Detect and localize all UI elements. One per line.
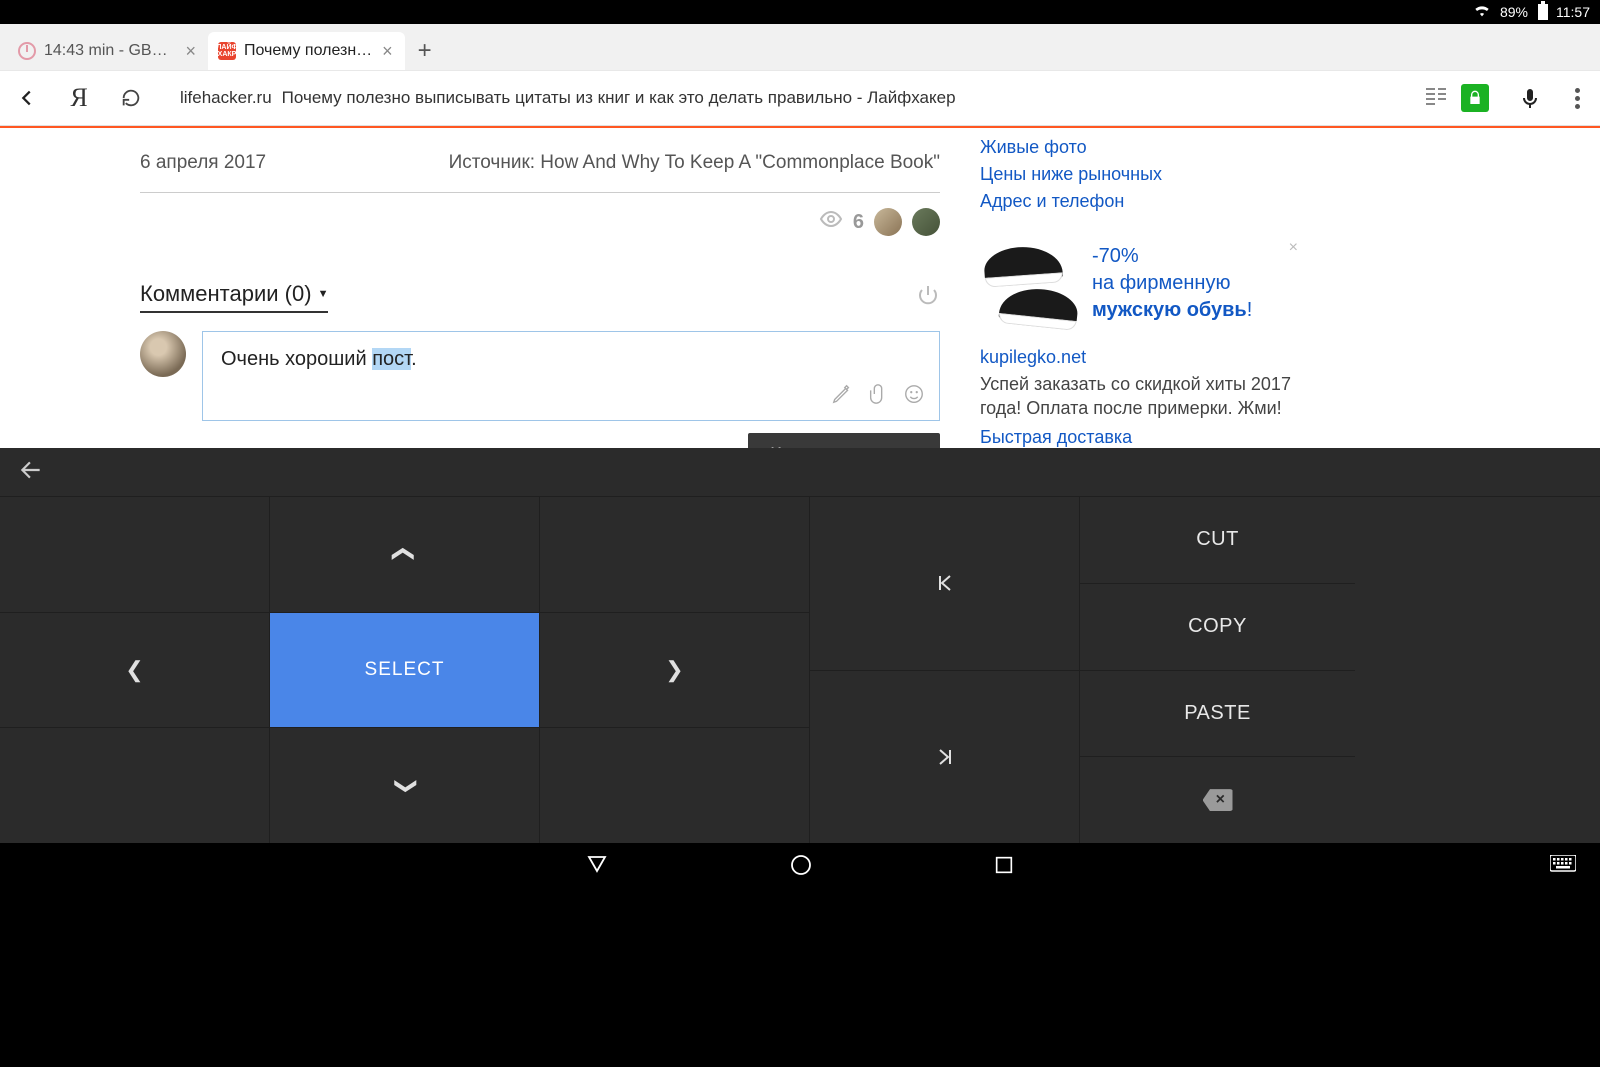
jump-end-key[interactable] <box>810 671 1079 844</box>
comments-header: Комментарии (0) ▼ <box>140 251 940 313</box>
omnibox-title: Почему полезно выписывать цитаты из книг… <box>282 88 956 108</box>
comment-compose-row: Очень хороший пост. <box>140 331 940 421</box>
page-content[interactable]: 6 апреля 2017 Источник: How And Why To K… <box>0 128 1600 448</box>
views-row: 6 <box>140 193 940 251</box>
ad-close-icon[interactable]: × <box>1289 239 1298 257</box>
kb-col-jump <box>810 497 1080 843</box>
article-column: 6 апреля 2017 Источник: How And Why To K… <box>20 128 980 448</box>
kb-col-right-arrow: ❯ <box>540 497 810 843</box>
lock-icon[interactable] <box>1461 84 1489 112</box>
keyboard-edit-panel: ❮ ❮ SELECT ❮ ❯ CUT COPY PASTE <box>0 448 1600 843</box>
new-tab-button[interactable]: + <box>405 32 445 70</box>
tab-2-active[interactable]: ЛАЙФХАКР Почему полезн… × <box>208 32 405 70</box>
close-icon[interactable]: × <box>183 41 198 62</box>
comment-tools <box>831 383 925 410</box>
article-source: Источник: How And Why To Keep A "Commonp… <box>449 152 940 174</box>
attachment-icon[interactable] <box>867 383 889 410</box>
yandex-logo[interactable]: Я <box>62 81 96 115</box>
cut-key[interactable]: CUT <box>1080 497 1355 584</box>
ad-domain[interactable]: kupilegko.net <box>980 347 1300 368</box>
back-button[interactable] <box>10 81 44 115</box>
nav-back-button[interactable] <box>585 853 609 882</box>
ad-headline: -70% на фирменную мужскую обувь! <box>1092 243 1252 343</box>
eye-icon <box>819 207 843 237</box>
arrow-right-key[interactable]: ❯ <box>540 613 809 729</box>
arrow-left-key[interactable]: ❮ <box>0 613 269 729</box>
ad-description: Успей заказать со скидкой хиты 2017 года… <box>980 372 1300 421</box>
ad-image <box>980 243 1080 343</box>
select-key-wrap: SELECT <box>270 613 539 729</box>
reload-button[interactable] <box>114 81 148 115</box>
timer-icon <box>18 42 36 60</box>
paste-key[interactable]: PASTE <box>1080 671 1355 758</box>
wifi-icon <box>1472 1 1492 24</box>
kb-empty <box>0 497 269 613</box>
article-meta: 6 апреля 2017 Источник: How And Why To K… <box>140 136 940 192</box>
tab-strip: 14:43 min - GBo… × ЛАЙФХАКР Почему полез… <box>0 24 1600 70</box>
caret-down-icon: ▼ <box>318 288 329 300</box>
keyboard-grid: ❮ ❮ SELECT ❮ ❯ CUT COPY PASTE <box>0 496 1600 843</box>
arrow-up-key[interactable]: ❮ <box>270 497 539 613</box>
kb-empty <box>540 728 809 843</box>
kb-col-actions: CUT COPY PASTE <box>1080 497 1355 843</box>
nav-keyboard-button[interactable] <box>1550 855 1576 880</box>
battery-percent: 89% <box>1500 4 1528 20</box>
lifehacker-favicon: ЛАЙФХАКР <box>218 42 236 60</box>
tab-label: 14:43 min - GBo… <box>44 42 175 60</box>
kb-col-left: ❮ <box>0 497 270 843</box>
comment-input[interactable]: Очень хороший пост. <box>202 331 940 421</box>
sidebar-link-2[interactable]: Цены ниже рыночных <box>980 161 1300 188</box>
user-avatar[interactable] <box>140 331 186 377</box>
kb-col-center: ❮ SELECT ❮ <box>270 497 540 843</box>
battery-icon <box>1538 4 1548 20</box>
voice-search-button[interactable] <box>1513 81 1547 115</box>
submit-row: Комментировать <box>140 433 940 448</box>
android-status-bar: 89% 11:57 <box>0 0 1600 24</box>
ad-block[interactable]: × -70% на фирменную мужскую обувь! kupil… <box>980 243 1300 448</box>
reader-mode-icon[interactable] <box>1421 87 1451 110</box>
selected-text: пост <box>372 348 411 370</box>
backspace-icon <box>1203 789 1233 811</box>
pencil-icon[interactable] <box>831 383 853 410</box>
select-key[interactable]: SELECT <box>270 613 539 728</box>
jump-start-key[interactable] <box>810 497 1079 671</box>
views-count: 6 <box>853 211 864 234</box>
power-icon[interactable] <box>916 283 940 312</box>
keyboard-toolbar <box>0 448 1600 496</box>
omnibox[interactable]: lifehacker.ru Почему полезно выписывать … <box>166 78 1495 118</box>
sidebar-link-3[interactable]: Адрес и телефон <box>980 188 1300 215</box>
nav-recent-button[interactable] <box>993 854 1015 881</box>
article-date: 6 апреля 2017 <box>140 152 266 174</box>
browser-chrome: 14:43 min - GBo… × ЛАЙФХАКР Почему полез… <box>0 24 1600 128</box>
emoji-icon[interactable] <box>903 383 925 410</box>
kb-empty <box>0 728 269 843</box>
sidebar-ads: Живые фото Цены ниже рыночных Адрес и те… <box>980 128 1300 448</box>
clock: 11:57 <box>1556 4 1590 20</box>
ad-extra[interactable]: Быстрая доставка <box>980 425 1300 448</box>
copy-key[interactable]: COPY <box>1080 584 1355 671</box>
submit-comment-button[interactable]: Комментировать <box>748 433 940 448</box>
comment-text: Очень хороший пост. <box>221 348 417 370</box>
comments-title[interactable]: Комментарии (0) ▼ <box>140 281 328 313</box>
kb-empty <box>540 497 809 613</box>
sidebar-link-1[interactable]: Живые фото <box>980 134 1300 161</box>
keyboard-back-button[interactable] <box>18 457 44 488</box>
arrow-down-key[interactable]: ❮ <box>270 728 539 843</box>
viewer-avatar-2[interactable] <box>912 208 940 236</box>
viewer-avatar-1[interactable] <box>874 208 902 236</box>
android-nav-bar <box>0 843 1600 891</box>
tab-label: Почему полезн… <box>244 42 372 60</box>
nav-home-button[interactable] <box>789 853 813 882</box>
omnibox-domain: lifehacker.ru <box>180 88 272 108</box>
overflow-menu-button[interactable] <box>1565 88 1590 109</box>
tab-1[interactable]: 14:43 min - GBo… × <box>8 32 208 70</box>
backspace-key[interactable] <box>1080 757 1355 843</box>
address-bar-row: Я lifehacker.ru Почему полезно выписыват… <box>0 70 1600 126</box>
close-icon[interactable]: × <box>380 41 395 62</box>
